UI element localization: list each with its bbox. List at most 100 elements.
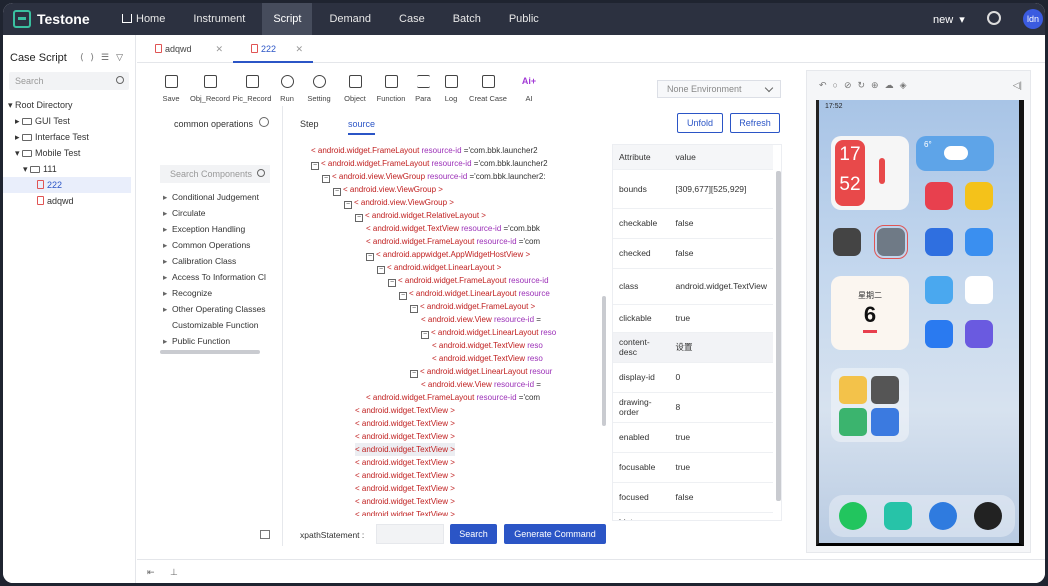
xml-node[interactable]: − < android.widget.LinearLayout resource xyxy=(399,287,550,300)
messages-app-icon[interactable] xyxy=(884,502,912,530)
xml-node[interactable]: < android.widget.TextView > xyxy=(355,508,455,516)
attribute-row[interactable]: focusable true xyxy=(613,452,773,483)
component-item[interactable]: Customizable Function xyxy=(163,317,275,333)
components-gear-icon[interactable] xyxy=(259,117,269,127)
collapse-node-icon[interactable]: − xyxy=(366,253,374,261)
xml-node[interactable]: < android.widget.TextView > xyxy=(355,443,455,456)
device-volume-icon[interactable]: ◁| xyxy=(1013,80,1022,91)
tree-item-mobile-test[interactable]: ▾ Mobile Test xyxy=(3,145,131,161)
xml-node[interactable]: < android.widget.TextView > xyxy=(355,430,455,443)
unfold-button[interactable]: Unfold xyxy=(677,113,723,133)
attribute-row[interactable]: class android.widget.TextView xyxy=(613,268,773,305)
tree-item-root[interactable]: ▾ Root Directory xyxy=(3,97,131,113)
run-button[interactable]: Run xyxy=(273,73,301,103)
attribute-row[interactable]: drawing-order 8 xyxy=(613,392,773,423)
object-button[interactable]: Object xyxy=(337,73,373,103)
xml-node[interactable]: − < android.view.ViewGroup > xyxy=(333,183,443,196)
refresh-button[interactable]: Refresh xyxy=(730,113,780,133)
collapse-node-icon[interactable]: − xyxy=(344,201,352,209)
app-icon-blue[interactable] xyxy=(925,228,953,256)
xml-node[interactable]: − < android.view.ViewGroup > xyxy=(344,196,454,209)
pin-icon[interactable]: ⊥ xyxy=(170,567,178,578)
attribute-scrollbar[interactable] xyxy=(776,171,781,501)
xpath-input[interactable] xyxy=(376,524,444,544)
environment-select[interactable]: None Environment xyxy=(657,80,781,98)
component-item[interactable]: ▸ Circulate xyxy=(163,205,275,221)
tree-item-111[interactable]: ▾ 111 xyxy=(3,161,131,177)
nav-batch[interactable]: Batch xyxy=(442,3,492,35)
xml-node[interactable]: < android.widget.TextView resource-id ='… xyxy=(366,222,540,235)
nav-public[interactable]: Public xyxy=(498,3,550,35)
collapse-left-icon[interactable]: ⇤ xyxy=(147,567,155,578)
settings-app-icon[interactable] xyxy=(874,225,908,259)
attribute-row[interactable]: hint xyxy=(613,512,773,520)
app-icon-weather[interactable] xyxy=(925,276,953,304)
tab-222[interactable]: 222 ✕ xyxy=(233,35,313,63)
close-icon[interactable]: ✕ xyxy=(295,35,303,63)
xml-node[interactable]: < android.view.View resource-id = xyxy=(421,313,541,326)
components-scrollbar[interactable] xyxy=(160,350,260,354)
xml-node[interactable]: < android.widget.TextView reso xyxy=(432,339,543,352)
xml-node[interactable]: − < android.widget.LinearLayout > xyxy=(377,261,501,274)
tab-source[interactable]: source xyxy=(348,119,376,135)
attribute-row[interactable]: bounds [309,677][525,929] xyxy=(613,169,773,209)
xml-node[interactable]: < android.widget.TextView > xyxy=(355,417,455,430)
calendar-widget[interactable]: 星期二 6 xyxy=(831,276,909,350)
log-button[interactable]: Log xyxy=(437,73,465,103)
collapse-node-icon[interactable]: − xyxy=(377,266,385,274)
ai-button[interactable]: Ai+ AI xyxy=(511,73,547,103)
xml-node[interactable]: < android.view.View resource-id = xyxy=(421,378,541,391)
xml-node[interactable]: < android.widget.FrameLayout resource-id… xyxy=(366,391,540,404)
phone-app-icon[interactable] xyxy=(839,502,867,530)
save-button[interactable]: Save xyxy=(153,73,189,103)
app-icon-vivo[interactable] xyxy=(925,320,953,348)
xml-node[interactable]: < android.widget.TextView reso xyxy=(432,352,543,365)
component-item[interactable]: ▸ Exception Handling xyxy=(163,221,275,237)
component-item[interactable]: ▸ Recognize xyxy=(163,285,275,301)
collapse-node-icon[interactable]: − xyxy=(421,331,429,339)
xml-node[interactable]: < android.widget.TextView > xyxy=(355,495,455,508)
xml-node[interactable]: − < android.widget.FrameLayout resource-i… xyxy=(388,274,549,287)
xml-node[interactable]: − < android.widget.RelativeLayout > xyxy=(355,209,486,222)
collapse-panel-icon[interactable] xyxy=(260,530,270,539)
close-icon[interactable]: ✕ xyxy=(215,35,223,63)
avatar[interactable]: ldn xyxy=(1023,9,1043,29)
nav-script[interactable]: Script xyxy=(262,3,313,35)
collapse-node-icon[interactable]: − xyxy=(333,188,341,196)
app-logo[interactable]: Testone xyxy=(13,10,90,28)
xml-node[interactable]: < android.widget.TextView > xyxy=(355,404,455,417)
browser-app-icon[interactable] xyxy=(929,502,957,530)
xml-node[interactable]: − < android.widget.FrameLayout > xyxy=(410,300,535,313)
attribute-row[interactable]: display-id 0 xyxy=(613,362,773,393)
folder-widget[interactable] xyxy=(831,368,909,442)
component-item[interactable]: ▸ Calibration Class xyxy=(163,253,275,269)
attribute-row[interactable]: content-desc 设置 xyxy=(613,332,773,363)
sidebar-search-input[interactable]: Search xyxy=(9,72,129,90)
component-item[interactable]: ▸ Common Operations xyxy=(163,237,275,253)
tree-item-adqwd[interactable]: adqwd xyxy=(3,193,131,209)
app-icon-red[interactable] xyxy=(925,182,953,210)
app-icon-yellow[interactable] xyxy=(965,182,993,210)
tree-item-interface-test[interactable]: ▸ Interface Test xyxy=(3,129,131,145)
tab-step[interactable]: Step xyxy=(300,119,319,129)
xml-node[interactable]: − < android.widget.FrameLayout resource-i… xyxy=(311,157,548,170)
tab-adqwd[interactable]: adqwd ✕ xyxy=(137,35,233,63)
component-item[interactable]: ▸ Other Operating Classes xyxy=(163,301,275,317)
setting-button[interactable]: Setting xyxy=(301,73,337,103)
nav-case[interactable]: Case xyxy=(388,3,436,35)
weather-widget[interactable]: 6° xyxy=(916,136,994,171)
generate-command-button[interactable]: Generate Command xyxy=(504,524,606,544)
xml-node[interactable]: < android.widget.FrameLayout resource-id… xyxy=(366,235,540,248)
components-search-input[interactable]: Search Components xyxy=(160,165,270,183)
create-case-button[interactable]: Creat Case xyxy=(465,73,511,103)
xml-node[interactable]: − < android.appwidget.AppWidgetHostView > xyxy=(366,248,530,261)
app-icon-photos[interactable] xyxy=(965,228,993,256)
obj-record-button[interactable]: Obj_Record xyxy=(189,73,231,103)
app-icon-purple[interactable] xyxy=(965,320,993,348)
component-item[interactable]: ▸ Access To Information Cl xyxy=(163,269,275,285)
collapse-node-icon[interactable]: − xyxy=(388,279,396,287)
attribute-row[interactable]: clickable true xyxy=(613,304,773,333)
attribute-row[interactable]: checked false xyxy=(613,238,773,269)
nav-home[interactable]: Home xyxy=(111,3,176,35)
component-item[interactable]: ▸ Public Function xyxy=(163,333,275,349)
